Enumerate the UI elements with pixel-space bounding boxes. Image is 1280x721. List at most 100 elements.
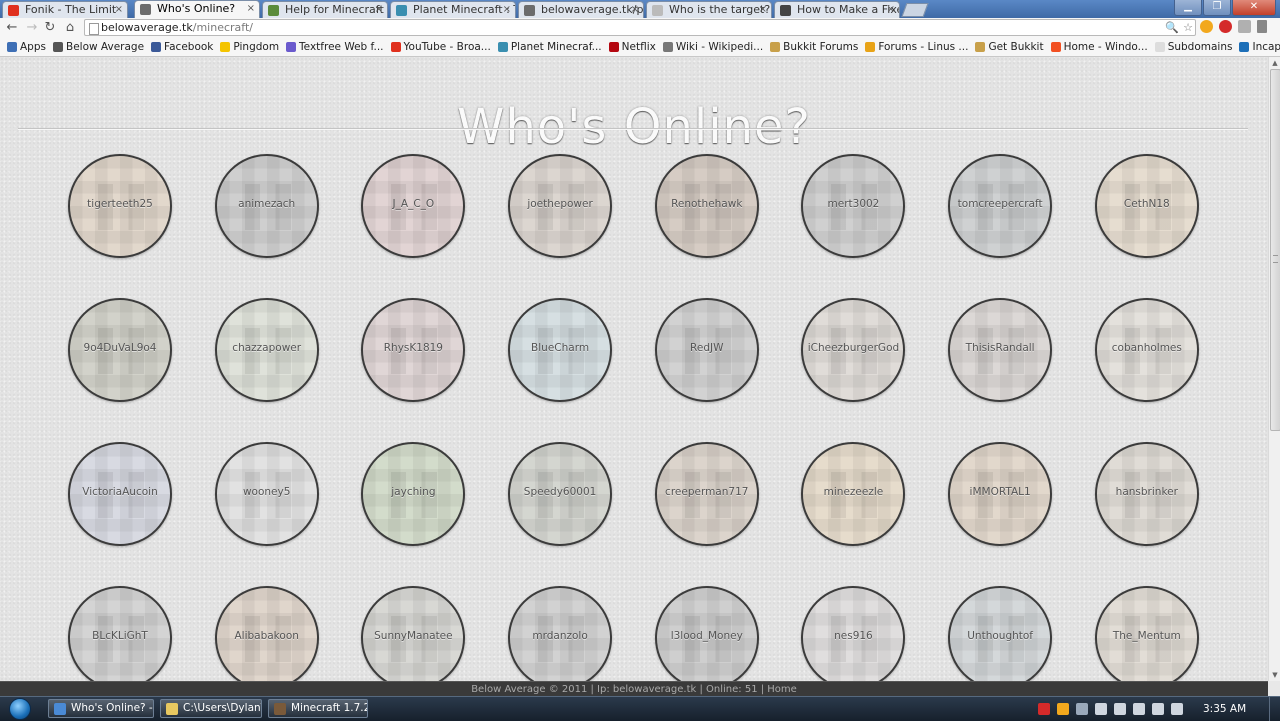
tab-close-icon[interactable]: × — [631, 2, 639, 17]
signal-icon[interactable] — [1133, 703, 1145, 715]
scroll-down-arrow[interactable]: ▼ — [1270, 670, 1280, 680]
browser-tab[interactable]: Who's Online? × — [134, 0, 260, 18]
player-avatar[interactable]: J_A_C_O — [361, 154, 466, 258]
player-avatar[interactable]: hansbrinker — [1094, 442, 1199, 546]
tab-close-icon[interactable]: × — [503, 2, 511, 17]
bookmark-item[interactable]: Forums - Linus ... — [865, 41, 968, 53]
url-host: belowaverage.tk — [101, 21, 193, 34]
forward-button[interactable]: → — [24, 20, 40, 36]
volume-icon[interactable] — [1171, 703, 1183, 715]
player-avatar[interactable]: RhysK1819 — [361, 298, 466, 402]
player-name: RhysK1819 — [383, 342, 443, 354]
player-avatar[interactable]: BLcKLiGhT — [68, 586, 172, 681]
address-bar[interactable]: belowaverage.tk/minecraft/ 🔍 ☆ — [84, 19, 1196, 36]
bookmark-item[interactable]: Home - Windo... — [1050, 41, 1148, 53]
taskbar-item[interactable]: Minecraft 1.7.2 — [268, 699, 368, 718]
tab-favicon-icon — [8, 5, 19, 16]
url-text[interactable]: belowaverage.tk/minecraft/ — [101, 20, 253, 35]
player-avatar[interactable]: cobanholmes — [1094, 298, 1199, 402]
player-avatar[interactable]: joethepower — [508, 154, 613, 258]
player-avatar[interactable]: The_Mentum — [1094, 586, 1199, 681]
bookmark-item[interactable]: Facebook — [151, 41, 213, 53]
bookmark-item[interactable]: Bukkit Forums — [770, 41, 858, 53]
adblock-icon[interactable] — [1219, 20, 1232, 33]
player-avatar[interactable]: BlueCharm — [508, 298, 613, 402]
player-avatar[interactable]: Speedy60001 — [508, 442, 613, 546]
bookmark-item[interactable]: Planet Minecraf... — [497, 41, 602, 53]
player-avatar[interactable]: VictoriaAucoin — [68, 442, 172, 546]
browser-tab[interactable]: Who is the target? × — [646, 1, 772, 18]
power-icon[interactable] — [1152, 703, 1164, 715]
system-clock[interactable]: 3:35 AM — [1203, 703, 1265, 715]
player-avatar[interactable]: mrdanzolo — [508, 586, 613, 681]
bookmark-item[interactable]: Subdomains — [1154, 41, 1232, 53]
player-avatar[interactable]: creeperman717 — [654, 442, 759, 546]
player-avatar[interactable]: tomcreepercraft — [948, 154, 1053, 258]
taskbar-item[interactable]: Who's Online? -... — [48, 699, 154, 718]
network-icon[interactable] — [1114, 703, 1126, 715]
player-avatar[interactable]: tigerteeth25 — [68, 154, 172, 258]
player-avatar[interactable]: chazzapower — [214, 298, 319, 402]
player-avatar[interactable]: SunnyManatee — [361, 586, 466, 681]
player-avatar[interactable]: iCheezburgerGod — [801, 298, 906, 402]
bookmark-item[interactable]: Wiki - Wikipedi... — [662, 41, 763, 53]
browser-tab[interactable]: Planet Minecraft : Te × — [390, 1, 516, 18]
scrollbar[interactable]: ▲ ▼ — [1268, 57, 1280, 681]
maximize-button[interactable]: ❐ — [1203, 0, 1231, 16]
player-avatar[interactable]: ThisisRandall — [948, 298, 1053, 402]
start-button[interactable] — [4, 697, 36, 721]
tools-icon[interactable] — [1076, 703, 1088, 715]
tab-close-icon[interactable]: × — [375, 2, 383, 17]
player-avatar[interactable]: mert3002 — [801, 154, 906, 258]
browser-tab[interactable]: Help for Minecraft M × — [262, 1, 388, 18]
player-avatar[interactable]: RedJW — [654, 298, 759, 402]
player-avatar[interactable]: wooney5 — [214, 442, 319, 546]
new-tab-button[interactable] — [901, 3, 929, 17]
window-close-button[interactable]: ✕ — [1232, 0, 1276, 16]
beats-icon[interactable] — [1038, 703, 1050, 715]
minimize-button[interactable]: ▁ — [1174, 0, 1202, 16]
menu-icon[interactable] — [1257, 20, 1267, 33]
player-avatar[interactable]: animezach — [214, 154, 319, 258]
show-desktop-button[interactable] — [1269, 697, 1280, 721]
browser-tab[interactable]: How to Make a Fixe × — [774, 1, 900, 18]
player-avatar[interactable]: jayching — [361, 442, 466, 546]
player-avatar[interactable]: iMMORTAL1 — [948, 442, 1053, 546]
scroll-thumb[interactable] — [1270, 69, 1280, 431]
tab-close-icon[interactable]: × — [887, 2, 895, 17]
bookmark-item[interactable]: Pingdom — [220, 41, 279, 53]
player-avatar[interactable]: 9o4DuVaL9o4 — [68, 298, 172, 402]
tab-close-icon[interactable]: × — [759, 2, 767, 17]
tab-close-icon[interactable]: × — [115, 2, 123, 17]
bookmark-item[interactable]: Incapsula - Imp... — [1239, 41, 1280, 53]
extension-icon[interactable] — [1200, 20, 1213, 33]
scroll-up-arrow[interactable]: ▲ — [1270, 58, 1280, 68]
player-name: joethepower — [527, 198, 593, 210]
bookmark-item[interactable]: YouTube - Broa... — [390, 41, 491, 53]
bookmark-star-icon[interactable]: ☆ — [1183, 20, 1193, 35]
search-icon[interactable]: 🔍 — [1165, 20, 1179, 35]
app-icon[interactable] — [1057, 703, 1069, 715]
player-avatar[interactable]: Renothehawk — [654, 154, 759, 258]
player-avatar[interactable]: CethN18 — [1094, 154, 1199, 258]
tab-close-icon[interactable]: × — [247, 1, 255, 16]
bookmark-item[interactable]: Get Bukkit — [975, 41, 1044, 53]
player-avatar[interactable]: Alibabakoon — [214, 586, 319, 681]
browser-tab[interactable]: Fonik - The Limit × — [2, 1, 128, 18]
browser-tab[interactable]: belowaverage.tk/ph × — [518, 1, 644, 18]
back-button[interactable]: ← — [4, 20, 20, 36]
bookmark-item[interactable]: Apps — [7, 41, 46, 53]
bookmark-item[interactable]: Netflix — [608, 41, 656, 53]
shield-icon[interactable] — [1238, 20, 1251, 33]
player-avatar[interactable]: Unthoughtof — [948, 586, 1053, 681]
flag-icon[interactable] — [1095, 703, 1107, 715]
bookmark-item[interactable]: Below Average — [52, 41, 144, 53]
reload-button[interactable]: ↻ — [42, 20, 58, 36]
player-avatar[interactable]: l3lood_Money — [654, 586, 759, 681]
player-avatar[interactable]: minezeezle — [801, 442, 906, 546]
home-button[interactable]: ⌂ — [62, 20, 78, 36]
bookmark-item[interactable]: Textfree Web f... — [286, 41, 384, 53]
taskbar-item[interactable]: C:\Users\Dylan\... — [160, 699, 262, 718]
player-avatar[interactable]: nes916 — [801, 586, 906, 681]
system-tray: 3:35 AM — [1031, 697, 1280, 721]
